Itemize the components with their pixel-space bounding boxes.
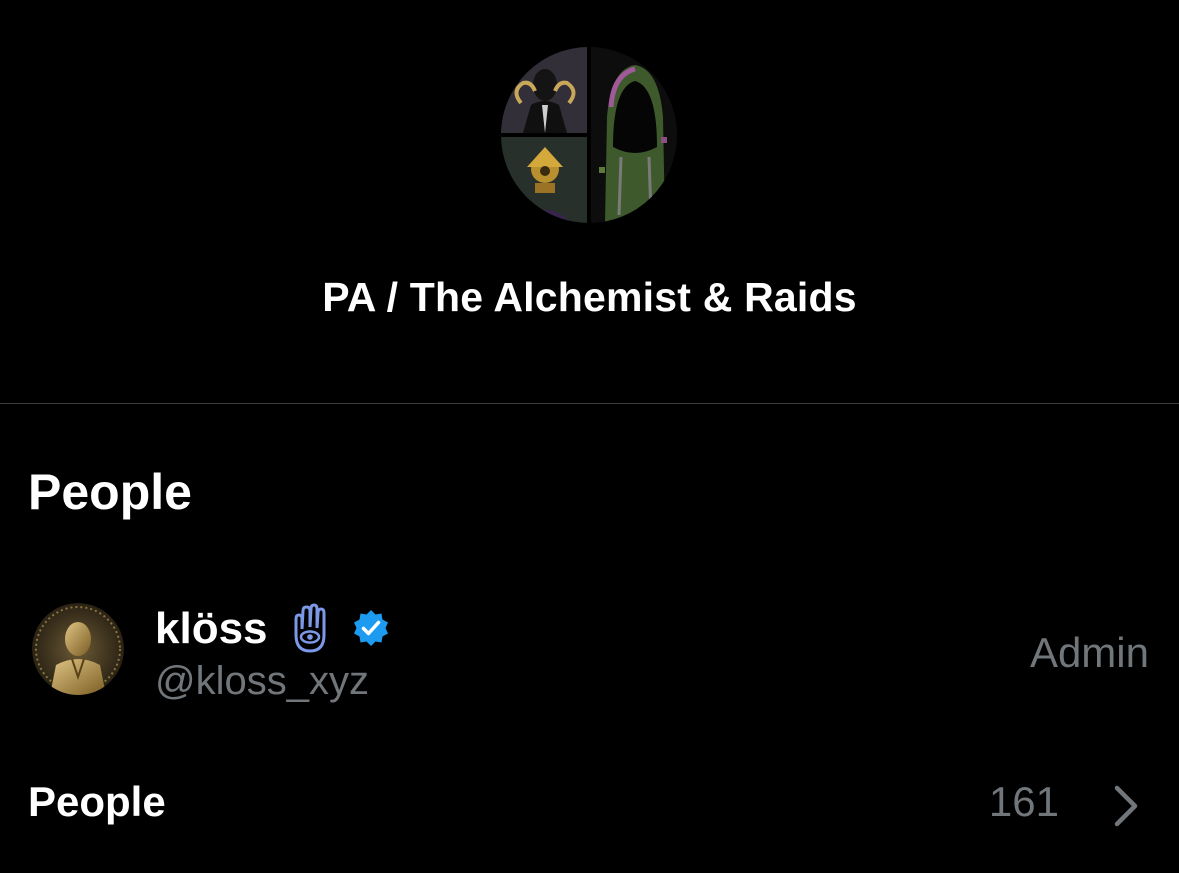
group-name: PA / The Alchemist & Raids (322, 274, 857, 320)
member-row[interactable]: klöss @kloss_xyz Admin (0, 585, 1179, 725)
member-role-badge: Admin (1029, 629, 1149, 676)
group-avatar[interactable] (501, 47, 677, 223)
member-avatar[interactable] (32, 603, 124, 695)
member-display-name: klöss (155, 604, 268, 653)
people-row-label: People (28, 778, 166, 825)
verified-badge-icon (350, 608, 392, 650)
hamsa-icon (284, 603, 336, 655)
gold-figure-avatar-icon (32, 603, 124, 695)
member-handle: @kloss_xyz (155, 659, 369, 703)
people-section-heading: People (28, 464, 192, 520)
section-divider (0, 403, 1179, 404)
people-list-link[interactable]: People 161 (0, 770, 1179, 840)
group-collage-icon (501, 47, 677, 223)
chevron-right-icon (1114, 785, 1138, 827)
people-count: 161 (988, 778, 1059, 825)
